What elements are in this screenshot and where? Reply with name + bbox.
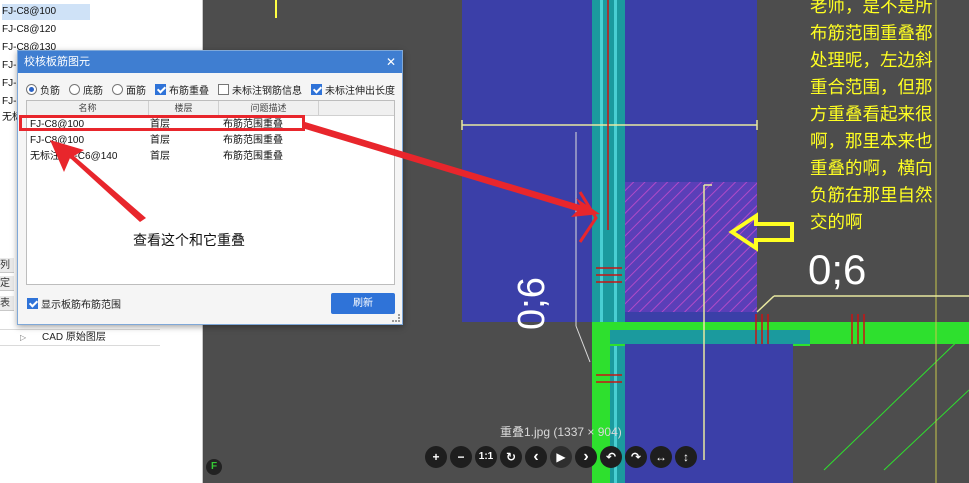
show-range-label: 显示板筋布筋范围 (41, 300, 121, 311)
check-overlap[interactable]: 布筋重叠 (155, 82, 209, 97)
play-button[interactable]: ▶ (550, 446, 572, 468)
resize-grip-icon[interactable] (392, 314, 400, 322)
corner-badge: F (206, 459, 222, 475)
tab-drawing[interactable]: 定图 (0, 276, 14, 291)
show-range-checkbox[interactable]: 显示板筋布筋范围 (27, 296, 121, 311)
check-slab-rebar-dialog: 校核板筋图元 ✕ 负筋 底筋 面筋 布筋重叠 未标注钢筋信息 未标注伸出长度 名… (17, 50, 403, 325)
overlap-hatch (625, 182, 757, 312)
cell-problem: 布筋范围重叠 (223, 151, 283, 162)
note-line: 交的啊 (810, 213, 863, 233)
refresh-view-button[interactable]: ↻ (500, 446, 522, 468)
next-button[interactable]: › (575, 446, 597, 468)
check-unlabeled-length[interactable]: 未标注伸出长度 (311, 82, 395, 97)
viewer-toolbar: + − 1:1 ↻ ‹ ▶ › ↶ ↷ ↔ ↕ (425, 446, 697, 468)
checkbox-icon[interactable] (27, 298, 38, 309)
radio-icon[interactable] (112, 83, 123, 95)
tree-item[interactable]: FJ-C8@100 (2, 4, 90, 20)
option-label: 面筋 (126, 85, 146, 97)
dim-vertical-label: 0;6 (511, 277, 553, 330)
expand-arrow-icon[interactable]: ▷ (20, 330, 26, 346)
dialog-title-text: 校核板筋图元 (24, 56, 90, 68)
radio-top-rebar[interactable]: 面筋 (112, 82, 146, 97)
highlight-box (19, 115, 305, 131)
check-unlabeled-info[interactable]: 未标注钢筋信息 (218, 82, 302, 97)
annotation-text: 查看这个和它重叠 (133, 232, 245, 248)
table-row[interactable]: 无标注-FJ-C6@140 首层 布筋范围重叠 (27, 149, 394, 165)
cell-problem: 布筋范围重叠 (223, 135, 283, 146)
layer-row[interactable]: ▷ CAD 原始图层 (0, 330, 160, 346)
question-note: 老师，是不是所 布筋范围重叠都 处理呢，左边斜 重合范围，但那 方重叠看起来很 … (810, 0, 969, 237)
table-row[interactable]: FJ-C8@100 首层 布筋范围重叠 (27, 133, 394, 149)
zoom-in-button[interactable]: + (425, 446, 447, 468)
dialog-title: 校核板筋图元 ✕ (18, 51, 402, 73)
cell-name: FJ-C8@100 (30, 135, 85, 146)
column-header-problem[interactable]: 问题描述 (219, 101, 319, 116)
checkbox-icon[interactable] (311, 83, 322, 95)
checkbox-icon[interactable] (218, 83, 229, 95)
zoom-out-button[interactable]: − (450, 446, 472, 468)
option-label: 底筋 (83, 85, 103, 97)
rotate-right-button[interactable]: ↷ (625, 446, 647, 468)
tab-table[interactable]: 表 (0, 296, 14, 311)
option-label: 未标注伸出长度 (325, 85, 395, 97)
note-line: 重叠的啊，横向 (810, 159, 933, 179)
layer-label: CAD 原始图层 (42, 332, 106, 343)
column-header-name[interactable]: 名称 (27, 101, 149, 116)
checkbox-icon[interactable] (155, 83, 166, 95)
cell-floor: 首层 (150, 135, 170, 146)
option-label: 负筋 (40, 85, 60, 97)
tree-item[interactable]: FJ-C8@120 (2, 22, 56, 38)
note-line: 重合范围，但那 (810, 78, 933, 98)
option-label: 未标注钢筋信息 (232, 85, 302, 97)
previous-button[interactable]: ‹ (525, 446, 547, 468)
column-header-floor[interactable]: 楼层 (149, 101, 219, 116)
cell-name: 无标注-FJ-C6@140 (30, 151, 118, 162)
note-line: 方重叠看起来很 (810, 105, 933, 125)
note-line: 负筋在那里自然 (810, 186, 933, 206)
filter-options: 负筋 底筋 面筋 布筋重叠 未标注钢筋信息 未标注伸出长度 (26, 81, 404, 97)
dim-horizontal-label: 0;6 (808, 246, 866, 293)
image-caption: 重叠1.jpg (1337 × 904) (500, 425, 622, 439)
note-line: 处理呢，左边斜 (810, 51, 933, 71)
table-header: 名称 楼层 问题描述 (27, 101, 394, 116)
radio-negative-rebar[interactable]: 负筋 (26, 82, 60, 97)
note-line: 啊，那里本来也 (810, 132, 933, 152)
flip-horizontal-button[interactable]: ↔ (650, 446, 672, 468)
rotate-left-button[interactable]: ↶ (600, 446, 622, 468)
flip-vertical-button[interactable]: ↕ (675, 446, 697, 468)
close-icon[interactable]: ✕ (386, 51, 396, 73)
radio-icon[interactable] (69, 83, 80, 95)
radio-icon[interactable] (26, 83, 37, 95)
actual-size-button[interactable]: 1:1 (475, 446, 497, 468)
cell-floor: 首层 (150, 151, 170, 162)
note-line: 布筋范围重叠都 (810, 24, 933, 44)
radio-bottom-rebar[interactable]: 底筋 (69, 82, 103, 97)
note-line: 老师，是不是所 (810, 0, 933, 17)
tab-list[interactable]: 列表 (0, 258, 14, 273)
refresh-button[interactable]: 刷新 (331, 293, 395, 314)
option-label: 布筋重叠 (169, 85, 209, 97)
